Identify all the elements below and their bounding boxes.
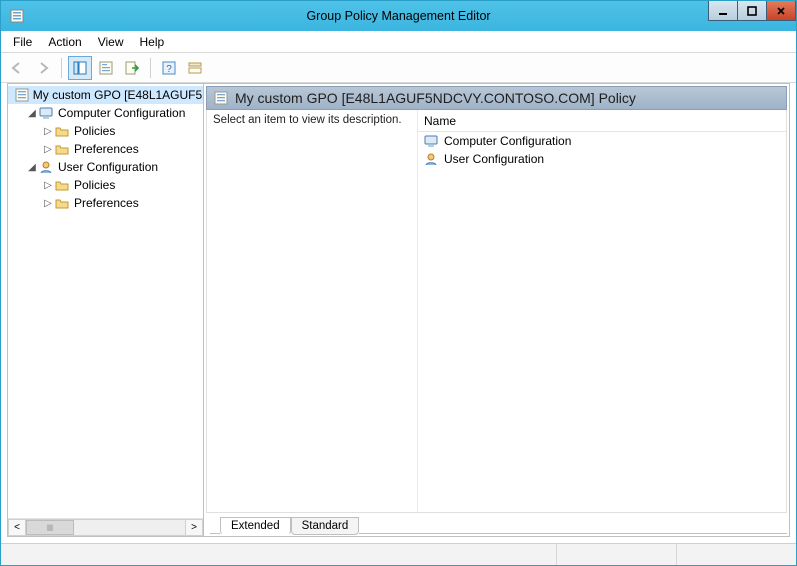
result-pane: My custom GPO [E48L1AGUF5NDCVY.CONTOSO.C… [204,84,789,536]
window-title: Group Policy Management Editor [1,9,796,23]
view-tabs: Extended Standard [206,512,787,534]
folder-icon [54,123,70,139]
tree-label: Preferences [74,142,139,156]
close-button[interactable] [766,1,796,21]
policy-doc-icon [213,90,229,106]
titlebar: Group Policy Management Editor [1,1,796,31]
toolbar: ? [1,53,796,83]
menu-file[interactable]: File [5,33,40,51]
tree-computer-config[interactable]: ◢ Computer Configuration [8,104,203,122]
folder-icon [54,141,70,157]
window-controls [709,1,796,21]
tree-computer-preferences[interactable]: ▷ Preferences [8,140,203,158]
tree-user-policies[interactable]: ▷ Policies [8,176,203,194]
menu-help[interactable]: Help [132,33,173,51]
tree-label: User Configuration [58,160,158,174]
folder-icon [54,177,70,193]
tree-label: Preferences [74,196,139,210]
nav-forward-button[interactable] [31,56,55,80]
tree-computer-policies[interactable]: ▷ Policies [8,122,203,140]
maximize-button[interactable] [737,1,767,21]
tree-user-preferences[interactable]: ▷ Preferences [8,194,203,212]
tab-standard[interactable]: Standard [291,517,360,535]
scroll-left-icon[interactable]: < [8,519,26,536]
collapse-twisty-icon[interactable]: ◢ [26,162,38,173]
console-tree[interactable]: My custom GPO [E48L1AGUF5N ◢ Computer Co… [8,84,203,518]
client-area: My custom GPO [E48L1AGUF5N ◢ Computer Co… [7,83,790,537]
result-header-title: My custom GPO [E48L1AGUF5NDCVY.CONTOSO.C… [235,90,636,106]
computer-icon [38,105,54,121]
statusbar-cell-3 [676,544,796,565]
svg-text:?: ? [166,64,172,75]
gpme-window: Group Policy Management Editor File Acti… [0,0,797,566]
tree-root-gpo[interactable]: My custom GPO [E48L1AGUF5N [8,86,203,104]
toolbar-separator [61,58,62,78]
tree-root-label: My custom GPO [E48L1AGUF5N [33,88,203,102]
menubar: File Action View Help [1,31,796,53]
filter-button[interactable] [183,56,207,80]
list-item-user-config[interactable]: User Configuration [418,150,786,168]
tab-label: Extended [231,520,280,532]
tab-extended[interactable]: Extended [220,517,291,535]
tab-spacer [210,514,220,534]
list-column: Name Computer Configuration [417,110,786,512]
properties-button[interactable] [94,56,118,80]
scroll-right-icon[interactable]: > [185,519,203,536]
description-hint: Select an item to view its description. [213,114,402,126]
collapse-twisty-icon[interactable]: ◢ [26,108,38,119]
help-button[interactable]: ? [157,56,181,80]
tab-filler [359,514,787,534]
expand-twisty-icon[interactable]: ▷ [42,198,54,209]
column-header-name[interactable]: Name [418,110,786,132]
policy-doc-icon [15,87,29,103]
tree-label: Policies [74,124,115,138]
list-item-computer-config[interactable]: Computer Configuration [418,132,786,150]
scroll-thumb[interactable]: lll [26,520,74,535]
toolbar-separator [150,58,151,78]
expand-twisty-icon[interactable]: ▷ [42,126,54,137]
computer-icon [424,133,440,149]
statusbar [1,543,796,565]
minimize-button[interactable] [708,1,738,21]
tree-horizontal-scrollbar[interactable]: < lll > [8,518,203,536]
nav-back-button[interactable] [5,56,29,80]
column-header-label: Name [424,114,456,128]
folder-icon [54,195,70,211]
user-icon [38,159,54,175]
menu-action[interactable]: Action [40,33,89,51]
list-item-label: User Configuration [444,152,544,166]
tree-label: Computer Configuration [58,106,185,120]
result-header: My custom GPO [E48L1AGUF5NDCVY.CONTOSO.C… [206,86,787,110]
expand-twisty-icon[interactable]: ▷ [42,144,54,155]
tab-label: Standard [302,520,349,532]
statusbar-cell-2 [556,544,676,565]
tree-pane: My custom GPO [E48L1AGUF5N ◢ Computer Co… [8,84,204,536]
menu-view[interactable]: View [90,33,132,51]
tree-user-config[interactable]: ◢ User Configuration [8,158,203,176]
statusbar-cell-main [1,544,556,565]
result-body: Select an item to view its description. … [206,110,787,512]
list-rows: Computer Configuration User Configuratio… [418,132,786,512]
show-tree-button[interactable] [68,56,92,80]
scroll-track[interactable]: lll [26,519,185,536]
app-icon [9,8,25,24]
description-column: Select an item to view its description. [207,110,417,512]
export-list-button[interactable] [120,56,144,80]
expand-twisty-icon[interactable]: ▷ [42,180,54,191]
user-icon [424,151,440,167]
list-item-label: Computer Configuration [444,134,571,148]
tree-label: Policies [74,178,115,192]
